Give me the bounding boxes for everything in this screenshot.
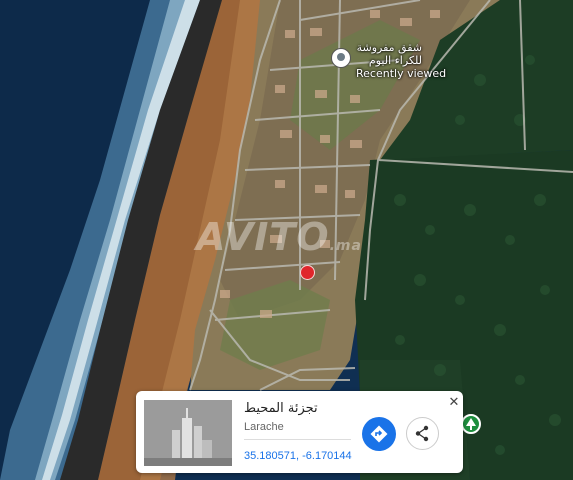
share-icon bbox=[415, 425, 429, 442]
saved-place-label[interactable]: شقق مفروشة للكراء اليوم Recently viewed bbox=[356, 41, 446, 80]
watermark-suffix: .ma bbox=[329, 238, 362, 254]
place-coordinates[interactable]: 35.180571, -6.170144 bbox=[244, 450, 352, 462]
place-city: Larache bbox=[244, 421, 284, 433]
close-icon[interactable]: ✕ bbox=[447, 395, 461, 409]
card-divider bbox=[244, 439, 351, 440]
watermark-logo: AVITO.ma bbox=[196, 215, 362, 259]
saved-place-title: شقق مفروشة للكراء اليوم bbox=[356, 41, 422, 67]
saved-place-status: Recently viewed bbox=[356, 67, 447, 80]
directions-button[interactable] bbox=[362, 417, 396, 451]
red-location-marker-icon[interactable] bbox=[300, 265, 315, 280]
tree-glyph bbox=[466, 418, 476, 430]
place-thumbnail[interactable] bbox=[144, 400, 232, 466]
directions-icon bbox=[370, 425, 388, 443]
watermark-text: AVITO bbox=[196, 215, 330, 259]
share-button[interactable] bbox=[406, 417, 439, 450]
tree-icon[interactable] bbox=[461, 414, 481, 434]
building-placeholder-icon bbox=[144, 400, 232, 466]
place-name: تجزئة المحيط bbox=[244, 401, 318, 416]
location-pin-icon[interactable] bbox=[331, 48, 351, 68]
place-card[interactable]: تجزئة المحيط Larache 35.180571, -6.17014… bbox=[136, 391, 463, 473]
